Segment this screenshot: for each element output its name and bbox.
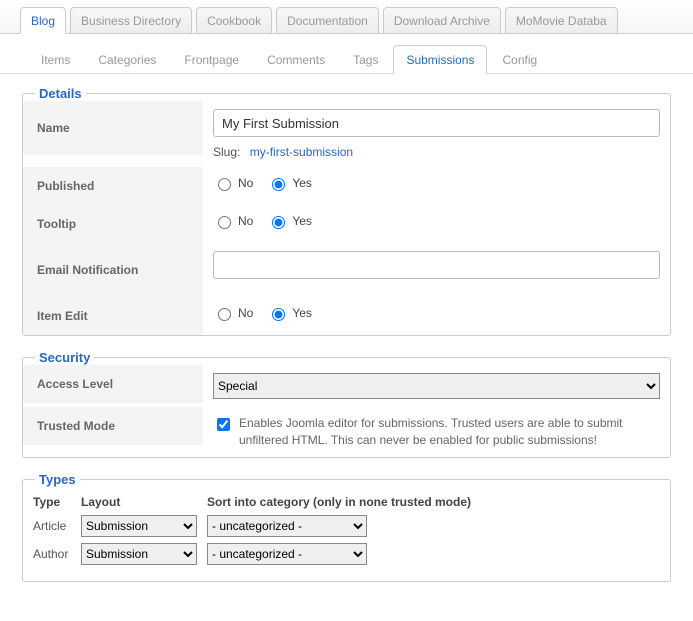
trusted-mode-checkbox[interactable] [217, 418, 230, 431]
row-trusted-mode: Trusted Mode Enables Joomla editor for s… [23, 407, 670, 457]
sub-tab-config[interactable]: Config [489, 45, 550, 74]
row-access-level: Access Level Special [23, 365, 670, 407]
item-edit-no[interactable]: No [213, 305, 253, 321]
sub-tab-items[interactable]: Items [28, 45, 83, 74]
access-level-select[interactable]: Special [213, 373, 660, 399]
types-type-author: Author [33, 547, 81, 561]
types-layout-author[interactable]: Submission [81, 543, 197, 565]
sub-tab-tags[interactable]: Tags [340, 45, 391, 74]
top-tab-cookbook[interactable]: Cookbook [196, 7, 272, 34]
top-tabs: Blog Business Directory Cookbook Documen… [0, 0, 693, 34]
row-item-edit: Item Edit No Yes [23, 297, 670, 335]
trusted-mode-note: Enables Joomla editor for submissions. T… [239, 415, 660, 449]
types-layout-article[interactable]: Submission [81, 515, 197, 537]
published-label: Published [23, 167, 203, 205]
types-type-article: Article [33, 519, 81, 533]
access-level-label: Access Level [23, 365, 203, 403]
email-input[interactable] [213, 251, 660, 279]
row-tooltip: Tooltip No Yes [23, 205, 670, 243]
top-tab-download-archive[interactable]: Download Archive [383, 7, 501, 34]
tooltip-label: Tooltip [23, 205, 203, 243]
types-header-sort: Sort into category (only in none trusted… [207, 495, 660, 509]
sub-tab-frontpage[interactable]: Frontpage [171, 45, 252, 74]
email-label: Email Notification [23, 243, 203, 297]
types-header-row: Type Layout Sort into category (only in … [33, 495, 660, 509]
slug-value[interactable]: my-first-submission [250, 145, 353, 159]
tooltip-yes[interactable]: Yes [267, 213, 312, 229]
sub-tab-submissions[interactable]: Submissions [393, 45, 487, 74]
slug-label: Slug: [213, 145, 240, 159]
types-row-author: Author Submission - uncategorized - [33, 543, 660, 565]
types-legend: Types [35, 472, 80, 487]
types-sort-author[interactable]: - uncategorized - [207, 543, 367, 565]
details-legend: Details [35, 86, 86, 101]
sub-tab-categories[interactable]: Categories [85, 45, 169, 74]
security-fieldset: Security Access Level Special Trusted Mo… [22, 350, 671, 458]
security-legend: Security [35, 350, 94, 365]
types-sort-article[interactable]: - uncategorized - [207, 515, 367, 537]
trusted-mode-label: Trusted Mode [23, 407, 203, 445]
types-fieldset: Types Type Layout Sort into category (on… [22, 472, 671, 582]
item-edit-yes[interactable]: Yes [267, 305, 312, 321]
content-area: Details Name Slug: my-first-submission P… [0, 74, 693, 582]
sub-tabs: Items Categories Frontpage Comments Tags… [0, 34, 693, 74]
slug-line: Slug: my-first-submission [213, 145, 660, 159]
top-tab-documentation[interactable]: Documentation [276, 7, 379, 34]
top-tab-blog[interactable]: Blog [20, 7, 66, 34]
name-input[interactable] [213, 109, 660, 137]
name-label: Name [23, 101, 203, 155]
types-row-article: Article Submission - uncategorized - [33, 515, 660, 537]
row-name: Name Slug: my-first-submission [23, 101, 670, 167]
types-header-type: Type [33, 495, 81, 509]
top-tab-momovie-database[interactable]: MoMovie Databa [505, 7, 618, 34]
row-email: Email Notification [23, 243, 670, 297]
row-published: Published No Yes [23, 167, 670, 205]
published-no[interactable]: No [213, 175, 253, 191]
details-fieldset: Details Name Slug: my-first-submission P… [22, 86, 671, 336]
published-yes[interactable]: Yes [267, 175, 312, 191]
tooltip-no[interactable]: No [213, 213, 253, 229]
sub-tab-comments[interactable]: Comments [254, 45, 338, 74]
types-header-layout: Layout [81, 495, 207, 509]
item-edit-label: Item Edit [23, 297, 203, 335]
top-tab-business-directory[interactable]: Business Directory [70, 7, 192, 34]
